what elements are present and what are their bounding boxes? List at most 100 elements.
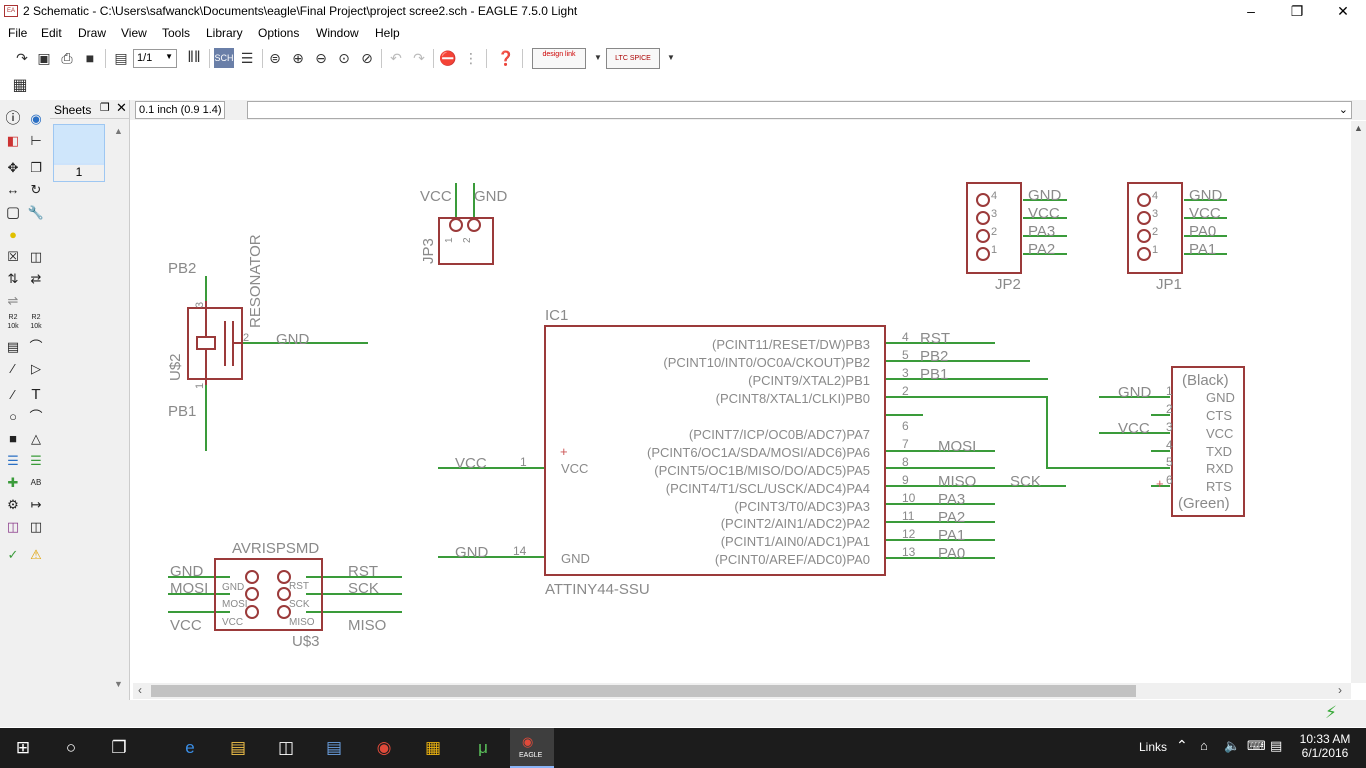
sheet-thumbnail[interactable]: 1: [53, 124, 105, 182]
links-toolbar[interactable]: Links: [1139, 740, 1167, 754]
wifi-icon[interactable]: ⌂: [1200, 738, 1208, 753]
erc-icon[interactable]: ✓: [3, 545, 23, 565]
chevron-up-icon[interactable]: ▲: [1354, 123, 1363, 133]
help-icon[interactable]: ❓: [496, 48, 516, 68]
file-explorer-icon[interactable]: ▤: [215, 728, 261, 768]
board-icon[interactable]: SCH: [214, 48, 234, 68]
zoom-fit-icon[interactable]: ⊜: [265, 48, 285, 68]
task-view-icon[interactable]: ❐: [96, 728, 142, 768]
info-icon[interactable]: ⓘ: [3, 109, 23, 129]
net-icon[interactable]: ☰: [26, 451, 46, 471]
cam-icon[interactable]: ■: [80, 48, 100, 68]
show-icon[interactable]: ◉: [26, 109, 46, 129]
close-icon[interactable]: ✕: [116, 100, 127, 116]
clock[interactable]: 10:33 AM 6/1/2016: [1296, 732, 1354, 760]
utorrent-icon[interactable]: μ: [460, 728, 506, 768]
keyboard-icon[interactable]: ⌨: [1247, 738, 1266, 754]
print-icon[interactable]: ⎙: [57, 48, 77, 68]
menu-file[interactable]: File: [8, 26, 27, 40]
chevron-up-icon[interactable]: ▲: [114, 126, 123, 136]
rotate-icon[interactable]: ↻: [26, 180, 46, 200]
close-button[interactable]: ✕: [1320, 0, 1366, 23]
mirror-icon[interactable]: ↔: [3, 180, 23, 200]
vertical-scrollbar[interactable]: ▲: [1351, 121, 1366, 683]
change-icon[interactable]: 🔧: [26, 203, 46, 223]
save-icon[interactable]: ▣: [34, 48, 54, 68]
port-icon[interactable]: ◫: [26, 517, 46, 537]
dimension-icon[interactable]: ↦: [26, 495, 46, 515]
chevron-down-icon[interactable]: ▼: [588, 48, 608, 68]
zoom-select-icon[interactable]: ⊘: [357, 48, 377, 68]
attribute-icon[interactable]: ⚙: [3, 495, 23, 515]
sheet-icon[interactable]: ▤: [111, 48, 131, 68]
schematic-drawing[interactable]: VCC GND JP3 1 2 GND VCC PA3 PA2 4 3 2 1 …: [133, 121, 1351, 683]
schematic-canvas[interactable]: VCC GND JP3 1 2 GND VCC PA3 PA2 4 3 2 1 …: [133, 121, 1351, 683]
smash-icon[interactable]: ▤: [3, 337, 23, 357]
text-tool-button[interactable]: T: [26, 385, 46, 405]
bus-icon[interactable]: ☰: [3, 451, 23, 471]
warning-icon[interactable]: ⚠: [26, 545, 46, 565]
frame-icon[interactable]: ◫: [3, 517, 23, 537]
copy-icon[interactable]: ❐: [26, 158, 46, 178]
chevron-right-icon[interactable]: ›: [1338, 683, 1342, 697]
designlink-button[interactable]: design link: [532, 48, 586, 69]
notification-icon[interactable]: ▤: [1270, 738, 1282, 754]
group-icon[interactable]: ▢: [3, 203, 23, 223]
restore-button[interactable]: ❐: [1274, 0, 1320, 23]
menu-options[interactable]: Options: [258, 26, 299, 40]
zoom-out-icon[interactable]: ⊖: [311, 48, 331, 68]
invoke-icon[interactable]: ▷: [26, 359, 46, 379]
split-icon[interactable]: ∕: [3, 359, 23, 379]
value-tool-button[interactable]: R2 10k: [26, 313, 46, 333]
replace-icon[interactable]: ⇄: [26, 269, 46, 289]
circle-icon[interactable]: ○: [3, 407, 23, 427]
command-line-input[interactable]: ⌄: [247, 101, 1352, 119]
mark-icon[interactable]: ⊢: [26, 131, 46, 151]
menu-edit[interactable]: Edit: [41, 26, 62, 40]
name-tool-button[interactable]: R2 10k: [3, 313, 23, 333]
menu-window[interactable]: Window: [316, 26, 359, 40]
edge-icon[interactable]: e: [167, 728, 213, 768]
go-icon[interactable]: ⋮: [461, 48, 481, 68]
bom-icon[interactable]: ☰: [237, 48, 257, 68]
menu-library[interactable]: Library: [206, 26, 243, 40]
lightning-icon[interactable]: ⚡: [1325, 703, 1337, 723]
chevron-left-icon[interactable]: ‹: [138, 683, 142, 697]
menu-view[interactable]: View: [121, 26, 147, 40]
open-icon[interactable]: ↷: [12, 48, 32, 68]
volume-icon[interactable]: 🔈: [1224, 738, 1240, 754]
undock-icon[interactable]: ❐: [100, 101, 110, 114]
menu-draw[interactable]: Draw: [78, 26, 106, 40]
zoom-in-icon[interactable]: ⊕: [288, 48, 308, 68]
pinswap-icon[interactable]: ⇅: [3, 269, 23, 289]
ltspice-button[interactable]: LTC SPICE: [606, 48, 660, 69]
sheet-select[interactable]: 1/1 ▼: [133, 49, 177, 68]
move-icon[interactable]: ✥: [3, 158, 23, 178]
display-icon[interactable]: ◧: [3, 131, 23, 151]
sheets-scrollbar[interactable]: ▲ ▼: [111, 124, 126, 692]
wire-icon[interactable]: ∕: [3, 385, 23, 405]
use-icon[interactable]: ‖‖: [184, 48, 204, 68]
add-icon[interactable]: ◫: [26, 247, 46, 267]
grid-icon[interactable]: ▦: [10, 76, 30, 96]
horizontal-scroll-thumb[interactable]: [151, 685, 1136, 697]
junction-icon[interactable]: ✚: [3, 473, 23, 493]
undo-icon[interactable]: ↶: [386, 48, 406, 68]
chevron-down-icon[interactable]: ▼: [661, 48, 681, 68]
menu-tools[interactable]: Tools: [162, 26, 190, 40]
horizontal-scrollbar[interactable]: ‹ ›: [133, 683, 1351, 699]
remote-desktop-icon[interactable]: ▤: [311, 728, 357, 768]
polygon-icon[interactable]: △: [26, 429, 46, 449]
chevron-up-icon[interactable]: ⌃: [1176, 737, 1188, 754]
calculator-icon[interactable]: ▦: [410, 728, 456, 768]
chevron-down-icon[interactable]: ▼: [114, 679, 123, 689]
delete-icon[interactable]: ☒: [3, 247, 23, 267]
stop-icon[interactable]: ⛔: [438, 48, 458, 68]
redo-icon[interactable]: ↷: [409, 48, 429, 68]
eagle-taskbar-button[interactable]: ◉ EAGLE: [510, 728, 554, 768]
arc-icon[interactable]: ⌒: [26, 407, 46, 427]
menu-help[interactable]: Help: [375, 26, 400, 40]
chrome-icon[interactable]: ◉: [361, 728, 407, 768]
chevron-down-icon[interactable]: ⌄: [1339, 103, 1348, 116]
search-icon[interactable]: ○: [48, 728, 94, 768]
